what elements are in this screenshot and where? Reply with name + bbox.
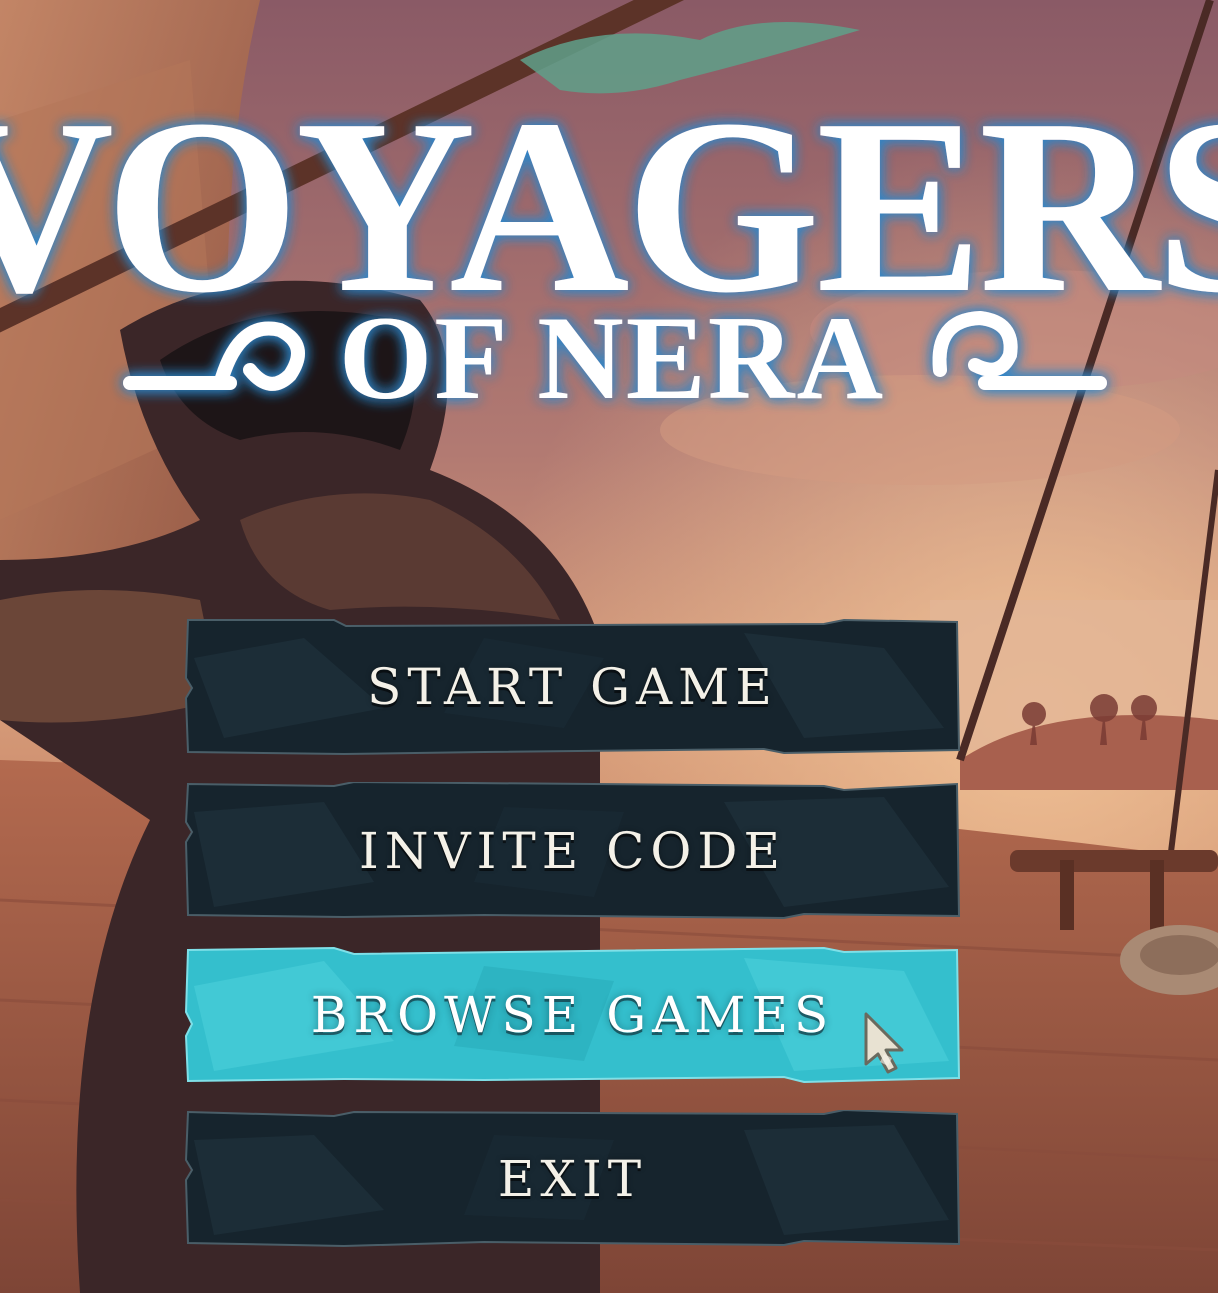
button-plate (184, 618, 961, 755)
start-game-button[interactable]: START GAME (184, 618, 961, 755)
button-plate (184, 782, 961, 919)
button-plate (184, 946, 961, 1083)
main-menu-screen: VOYAGERS OF NERA START GAME (0, 0, 1218, 1293)
game-title-line2: OF NERA (339, 291, 885, 424)
exit-button[interactable]: EXIT (184, 1110, 961, 1247)
invite-code-button[interactable]: INVITE CODE (184, 782, 961, 919)
arrow-cursor-icon (864, 1012, 904, 1074)
browse-games-button[interactable]: BROWSE GAMES (184, 946, 961, 1083)
button-plate (184, 1110, 961, 1247)
game-title-logo: VOYAGERS OF NERA (0, 68, 1218, 424)
